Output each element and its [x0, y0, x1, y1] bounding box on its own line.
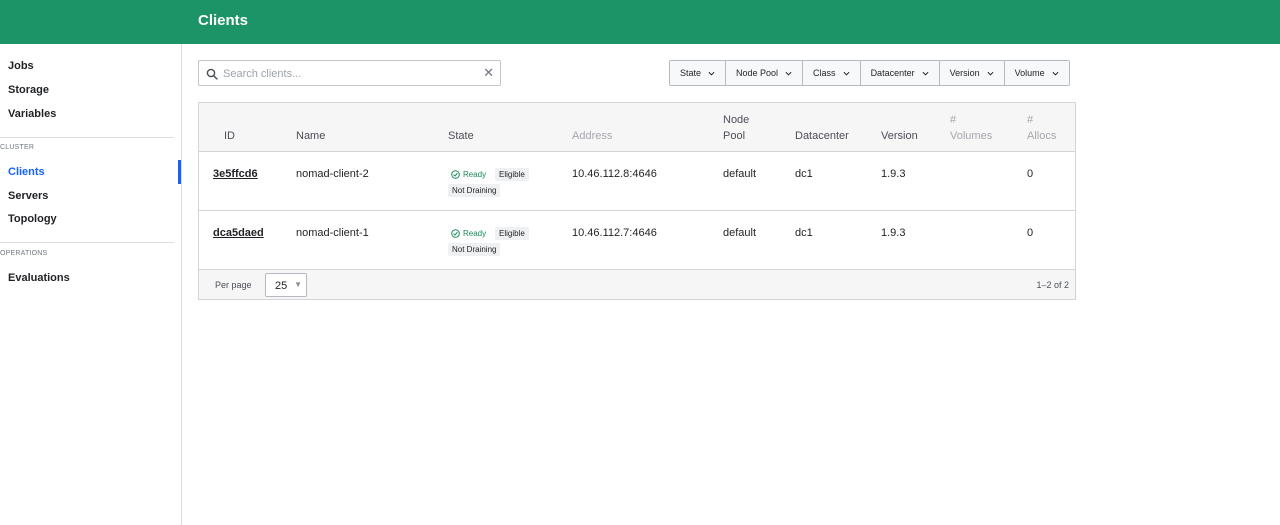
- eligibility-badge: Eligible: [495, 227, 529, 240]
- client-address: 10.46.112.7:4646: [572, 227, 657, 239]
- drain-badge: Not Draining: [448, 243, 501, 256]
- clients-table: ID Name State Address Node Pool Datacente…: [198, 102, 1076, 300]
- per-page-value: 25: [275, 280, 288, 292]
- column-header-allocs: # Allocs: [1027, 112, 1056, 144]
- chevron-down-icon: [987, 71, 994, 76]
- client-node-pool: default: [723, 168, 757, 180]
- filter-bar: State Node Pool Class Datacenter Version…: [669, 60, 1070, 86]
- filter-label: Version: [949, 68, 980, 78]
- status-label: Ready: [463, 170, 487, 179]
- column-header-text: #: [950, 114, 957, 126]
- sidebar-active-indicator: [178, 160, 181, 184]
- column-header-node-pool[interactable]: Node Pool: [723, 112, 749, 144]
- filter-datacenter[interactable]: Datacenter: [859, 61, 939, 85]
- sidebar-divider: [0, 242, 174, 243]
- search-input[interactable]: Search clients... ✕: [198, 60, 501, 86]
- filter-label: Volume: [1014, 68, 1045, 78]
- client-name: nomad-client-2: [296, 168, 369, 180]
- client-id-link[interactable]: 3e5ffcd6: [213, 168, 258, 180]
- sidebar-item-servers[interactable]: Servers: [8, 190, 48, 202]
- table-row[interactable]: dca5daed nomad-client-1 Ready Eligible N…: [199, 211, 1075, 270]
- page-title: Clients: [198, 12, 249, 29]
- table-row[interactable]: 3e5ffcd6 nomad-client-2 Ready Eligible N…: [199, 152, 1075, 211]
- table-footer: Per page 25 ▼ 1–2 of 2: [199, 270, 1075, 299]
- sidebar-divider: [0, 137, 174, 138]
- pagination-range: 1–2 of 2: [1036, 280, 1069, 290]
- client-allocs: 0: [1027, 227, 1034, 239]
- filter-label: Node Pool: [736, 68, 779, 78]
- column-header-version[interactable]: Version: [881, 128, 918, 144]
- sidebar-item-topology[interactable]: Topology: [8, 213, 57, 225]
- sidebar-item-evaluations[interactable]: Evaluations: [8, 272, 70, 284]
- column-header-text: Node: [723, 114, 750, 126]
- client-address: 10.46.112.8:4646: [572, 168, 657, 180]
- column-header-name[interactable]: Name: [296, 128, 325, 144]
- filter-node-pool[interactable]: Node Pool: [725, 61, 803, 85]
- per-page-select[interactable]: 25 ▼: [265, 273, 307, 297]
- column-header-text: #: [1027, 114, 1034, 126]
- search-icon: [206, 67, 218, 85]
- client-datacenter: dc1: [795, 227, 813, 239]
- status-ready: Ready: [451, 229, 486, 238]
- column-header-datacenter[interactable]: Datacenter: [795, 128, 849, 144]
- chevron-down-icon: [1052, 71, 1059, 76]
- column-header-id[interactable]: ID: [224, 128, 235, 144]
- per-page-label: Per page: [215, 280, 252, 290]
- client-id-link[interactable]: dca5daed: [213, 227, 264, 239]
- column-header-volumes: # Volumes: [950, 112, 992, 144]
- table-header: ID Name State Address Node Pool Datacente…: [199, 103, 1075, 152]
- chevron-down-icon: [843, 71, 850, 76]
- status-ready: Ready: [451, 170, 486, 179]
- sidebar-item-storage[interactable]: Storage: [8, 84, 49, 96]
- sidebar-item-variables[interactable]: Variables: [8, 108, 56, 120]
- sidebar-section-operations: OPERATIONS: [0, 250, 48, 257]
- filter-label: Class: [813, 68, 836, 78]
- client-version: 1.9.3: [881, 227, 906, 239]
- sidebar-item-jobs[interactable]: Jobs: [8, 60, 34, 72]
- column-header-state[interactable]: State: [448, 128, 474, 144]
- filter-volume[interactable]: Volume: [1003, 61, 1069, 85]
- eligibility-badge: Eligible: [495, 168, 529, 181]
- chevron-down-icon: [922, 71, 929, 76]
- sidebar: Jobs Storage Variables CLUSTER Clients S…: [0, 44, 182, 525]
- status-label: Ready: [463, 229, 487, 238]
- drain-badge: Not Draining: [448, 184, 501, 197]
- client-node-pool: default: [723, 227, 757, 239]
- chevron-down-icon: [708, 71, 715, 76]
- check-circle-icon: [451, 170, 460, 179]
- client-datacenter: dc1: [795, 168, 813, 180]
- filter-label: State: [680, 68, 702, 78]
- chevron-down-icon: ▼: [294, 280, 302, 289]
- column-header-text: Allocs: [1027, 130, 1057, 142]
- filter-state[interactable]: State: [670, 61, 726, 85]
- close-icon[interactable]: ✕: [483, 66, 494, 80]
- chevron-down-icon: [785, 71, 792, 76]
- filter-version[interactable]: Version: [938, 61, 1004, 85]
- filter-class[interactable]: Class: [802, 61, 860, 85]
- client-name: nomad-client-1: [296, 227, 369, 239]
- sidebar-item-clients[interactable]: Clients: [8, 166, 45, 178]
- sidebar-section-cluster: CLUSTER: [0, 144, 35, 151]
- top-header: Clients: [0, 0, 1280, 44]
- column-header-text: Pool: [723, 130, 746, 142]
- filter-label: Datacenter: [870, 68, 915, 78]
- search-placeholder: Search clients...: [223, 68, 302, 80]
- client-version: 1.9.3: [881, 168, 906, 180]
- column-header-address: Address: [572, 130, 613, 142]
- client-allocs: 0: [1027, 168, 1034, 180]
- column-header-text: Volumes: [950, 130, 993, 142]
- check-circle-icon: [451, 229, 460, 238]
